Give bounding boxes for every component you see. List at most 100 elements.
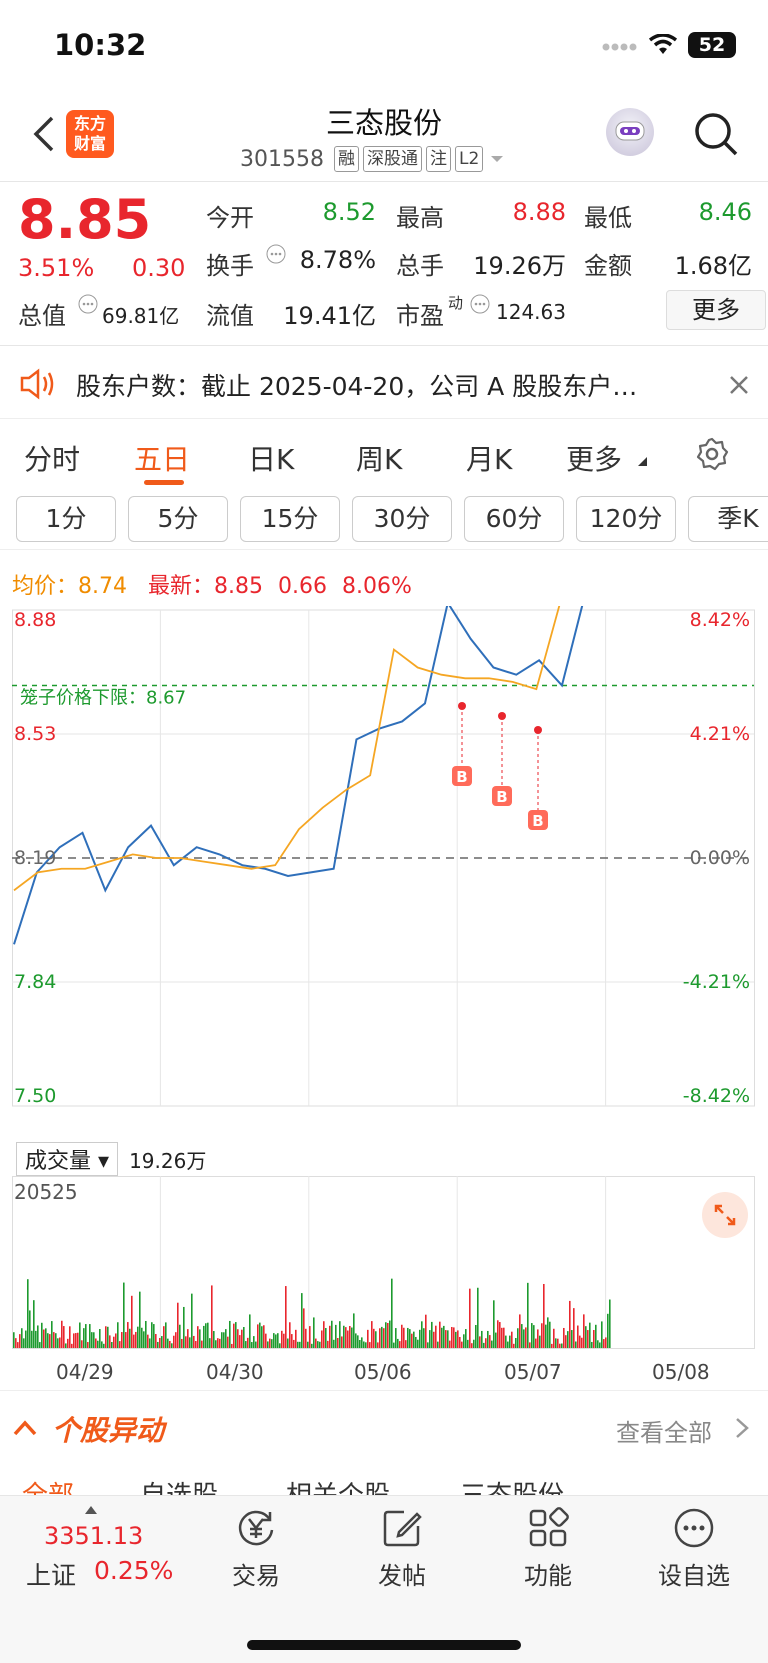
close-icon[interactable] [728, 373, 750, 395]
volume-bar [491, 1340, 493, 1348]
search-button[interactable] [692, 110, 740, 158]
index-change: 0.25% [94, 1556, 174, 1585]
volume-bar [97, 1340, 99, 1348]
period-120m[interactable]: 120分 [576, 496, 676, 542]
volume-bar [333, 1339, 335, 1348]
info-icon[interactable] [470, 294, 490, 314]
more-button[interactable]: 更多 [666, 290, 766, 330]
tab-daily-k[interactable]: 日K [248, 438, 294, 478]
volume-bar [221, 1332, 223, 1348]
volume-bar [551, 1343, 553, 1348]
volume-bar [303, 1308, 305, 1348]
volume-bar [581, 1337, 583, 1348]
volume-bar [153, 1324, 155, 1348]
date-axis: 04/29 04/30 05/06 05/07 05/08 [0, 1360, 768, 1390]
volume-bar [517, 1328, 519, 1348]
volume-bar [63, 1326, 65, 1348]
volume-bar [77, 1332, 79, 1348]
chart-tabs: 分时 五日 日K 周K 月K 更多 [0, 420, 768, 490]
tab-weekly-k[interactable]: 周K [356, 438, 402, 478]
period-5m[interactable]: 5分 [128, 496, 228, 542]
volume-bar [189, 1337, 191, 1348]
assistant-avatar[interactable] [606, 108, 654, 156]
nav-functions[interactable]: 功能 [488, 1506, 608, 1591]
notice-bar[interactable]: 股东户数：截止 2025-04-20，公司 A 股股东户… [0, 347, 768, 419]
volume-selector[interactable]: 成交量 ▾ [16, 1142, 119, 1176]
volume-bar [277, 1333, 279, 1348]
tab-intraday[interactable]: 分时 [24, 438, 80, 478]
volume-bar [103, 1343, 105, 1348]
volume-bar [259, 1322, 261, 1348]
mktcap-label: 总值 [18, 302, 66, 330]
period-15m[interactable]: 15分 [240, 496, 340, 542]
tab-more[interactable]: 更多 [566, 438, 622, 478]
nav-trade[interactable]: 交易 [196, 1506, 316, 1591]
info-icon[interactable] [78, 294, 98, 314]
volume-bar [447, 1330, 449, 1348]
status-time: 10:32 [54, 28, 147, 62]
date-label: 04/29 [56, 1360, 114, 1384]
volume-bar [335, 1324, 337, 1348]
last-change: 0.66 [278, 574, 327, 599]
volume-bar [559, 1343, 561, 1348]
date-label: 05/08 [652, 1360, 710, 1384]
volume-bar [537, 1329, 539, 1348]
volume-bar [227, 1336, 229, 1348]
volume-bar [131, 1295, 133, 1348]
change-amount: 0.30 [132, 254, 186, 282]
volume-bar [377, 1342, 379, 1348]
volume-bar [127, 1322, 129, 1348]
volume-bar [507, 1341, 509, 1348]
price-chart[interactable]: B B B 8.88 8.53 8.19 7.84 7.50 8.42% 4.21% 0.00% -… [12, 548, 768, 1140]
battery-icon: 52 [688, 32, 736, 58]
volume-bar [99, 1329, 101, 1348]
volume-bar [413, 1331, 415, 1348]
marker-dot [498, 712, 506, 720]
volume-bar [351, 1327, 353, 1348]
settings-gear-icon[interactable] [694, 436, 730, 472]
volume-bar [253, 1336, 255, 1348]
nav-post[interactable]: 发帖 [342, 1506, 462, 1591]
volume-bar [395, 1328, 397, 1348]
volume-bar [249, 1314, 251, 1348]
volume-bar [435, 1325, 437, 1348]
info-icon[interactable] [266, 244, 286, 264]
volume-bar [381, 1326, 383, 1348]
y-axis-pct-label: -8.42% [683, 1085, 750, 1107]
volume-bar [481, 1330, 483, 1348]
volume-bar [431, 1321, 433, 1348]
volume-chart-svg [12, 1176, 755, 1349]
volume-chart[interactable]: 20525 [12, 1176, 768, 1356]
volume-bar [137, 1326, 139, 1348]
volume-bar [21, 1328, 23, 1348]
volume-bar [475, 1325, 477, 1348]
nav-add-watchlist[interactable]: 设自选 [634, 1506, 754, 1591]
stock-alert-section: 个股异动 查看全部 全部 自选股 相关个股 三态股份 [0, 1390, 768, 1511]
volume-bar [315, 1338, 317, 1348]
view-all-link[interactable]: 查看全部 [616, 1413, 712, 1448]
volume-bar [553, 1328, 555, 1348]
volume-bar [593, 1330, 595, 1348]
period-30m[interactable]: 30分 [352, 496, 452, 542]
volume-bar [533, 1325, 535, 1348]
tab-monthly-k[interactable]: 月K [466, 438, 512, 478]
volume-bar [73, 1333, 75, 1348]
period-60m[interactable]: 60分 [464, 496, 564, 542]
volume-bar [243, 1327, 245, 1348]
index-value[interactable]: 3351.13 [44, 1522, 143, 1550]
stock-code-row[interactable]: 301558 融 深股通 注 L2 [240, 146, 507, 172]
chevron-up-icon[interactable] [12, 1417, 38, 1437]
volume-bar [589, 1322, 591, 1348]
tab-five-day[interactable]: 五日 [134, 438, 190, 478]
volume-bar [93, 1332, 95, 1348]
period-1m[interactable]: 1分 [16, 496, 116, 542]
volume-bar [215, 1340, 217, 1348]
volume-bar [433, 1331, 435, 1348]
price-limit-label: 笼子价格下限：8.67 [20, 687, 186, 708]
volume-bar [361, 1337, 363, 1348]
period-quarter-k[interactable]: 季K [688, 496, 768, 542]
signal-icon [602, 38, 638, 51]
expand-button[interactable] [702, 1192, 748, 1238]
chevron-right-icon [734, 1417, 750, 1439]
volume-bar [197, 1326, 199, 1348]
